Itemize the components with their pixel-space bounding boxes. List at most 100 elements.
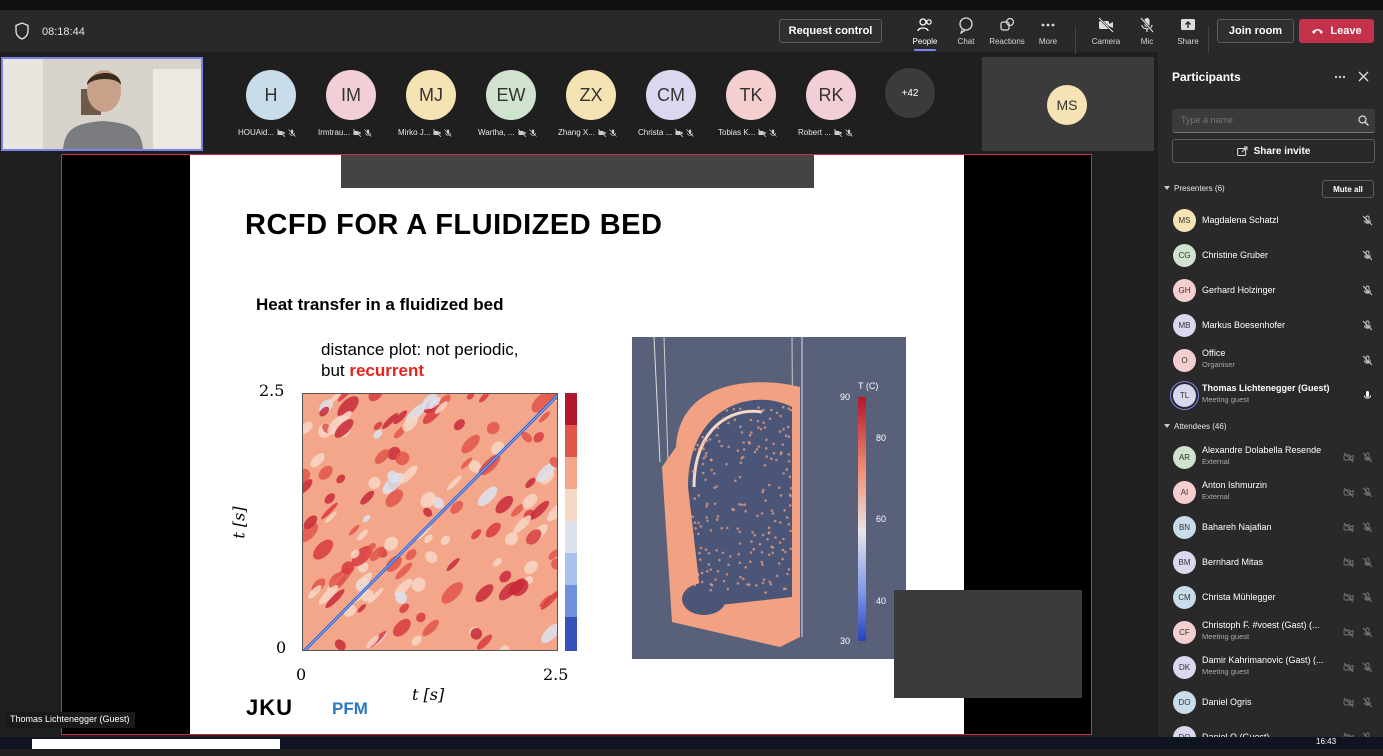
particle-dot — [705, 451, 708, 455]
particle-dot — [697, 494, 701, 497]
presenter-row[interactable]: CG Christine Gruber — [1158, 239, 1383, 274]
share-button[interactable]: Share — [1168, 16, 1208, 52]
particle-dot — [727, 421, 730, 425]
particle-dot — [698, 426, 701, 430]
more-button[interactable]: More — [1028, 16, 1068, 52]
shield-icon — [15, 22, 29, 40]
mic-off-icon[interactable] — [1362, 250, 1373, 261]
attendee-row[interactable]: CM Christa Mühlegger — [1158, 581, 1383, 616]
mic-off-icon[interactable] — [1362, 215, 1373, 226]
particle-dot — [779, 452, 783, 456]
people-button[interactable]: People — [905, 16, 945, 52]
particle-dot — [760, 551, 764, 554]
particle-dot — [782, 428, 785, 431]
participant-avatar-tile[interactable]: ZX — [566, 70, 618, 120]
more-icon — [1041, 23, 1055, 27]
camera-off-icon — [1343, 487, 1354, 498]
participant-avatar-tile[interactable]: CM — [646, 70, 698, 120]
camera-off-icon — [277, 128, 286, 137]
join-room-button[interactable]: Join room — [1217, 19, 1294, 43]
particle-dot — [764, 591, 767, 594]
particle-dot — [785, 468, 789, 471]
panel-title: Participants — [1172, 70, 1241, 84]
avatar: CM — [1173, 586, 1196, 609]
camera-button[interactable]: Camera — [1086, 16, 1126, 52]
request-control-button[interactable]: Request control — [779, 19, 882, 43]
camera-off-icon — [1098, 17, 1114, 33]
mic-off-icon[interactable] — [1362, 627, 1373, 638]
participant-avatar-tile[interactable]: MJ — [406, 70, 458, 120]
attendee-row[interactable]: AI Anton Ishmurzin External — [1158, 476, 1383, 511]
people-label: People — [912, 37, 938, 46]
mic-off-icon[interactable] — [1362, 452, 1373, 463]
mic-off-icon[interactable] — [1362, 285, 1373, 296]
mic-off-icon[interactable] — [1362, 697, 1373, 708]
particle-dot — [775, 458, 778, 462]
chat-button[interactable]: Chat — [946, 16, 986, 52]
particle-dot — [701, 408, 704, 412]
attendee-row[interactable]: DO Daniel Ogris — [1158, 686, 1383, 721]
particle-dot — [710, 468, 713, 472]
particle-dot — [744, 566, 747, 569]
mic-off-icon[interactable] — [1362, 320, 1373, 331]
particle-dot — [779, 414, 782, 418]
participant-avatar-tile[interactable]: TK — [726, 70, 778, 120]
particle-dot — [761, 563, 764, 566]
mic-off-icon[interactable] — [1362, 355, 1373, 366]
participant-avatar-tile[interactable]: IM — [326, 70, 378, 120]
mic-off-icon[interactable] — [1362, 592, 1373, 603]
avatar: BN — [1173, 516, 1196, 539]
mute-all-button[interactable]: Mute all — [1322, 180, 1374, 198]
presenter-row[interactable]: TL Thomas Lichtenegger (Guest) Meeting gue… — [1158, 379, 1383, 414]
particle-dot — [694, 527, 697, 530]
mic-off-icon[interactable] — [1362, 662, 1373, 673]
mic-off-icon — [364, 128, 372, 137]
participant-tile-ms[interactable]: MS — [982, 57, 1154, 151]
particle-dot — [701, 471, 705, 475]
reactions-label: Reactions — [989, 37, 1025, 46]
presenter-row[interactable]: MS Magdalena Schatzl — [1158, 204, 1383, 239]
participant-name: Bernhard Mitas — [1202, 557, 1264, 567]
attendee-row[interactable]: AR Alexandre Dolabella Resende External — [1158, 441, 1383, 476]
mic-off-icon[interactable] — [1362, 557, 1373, 568]
particle-dot — [781, 405, 785, 409]
mic-button[interactable]: Mic — [1127, 16, 1167, 52]
mic-on-icon[interactable] — [1362, 390, 1373, 401]
share-invite-button[interactable]: Share invite — [1172, 139, 1375, 163]
taskbar-search-box[interactable] — [32, 739, 280, 749]
attendee-row[interactable]: CF Christoph F. #voest (Gast) (... Meeting… — [1158, 616, 1383, 651]
reactions-button[interactable]: Reactions — [987, 16, 1027, 52]
attendee-row[interactable]: DK Damir Kahrimanovic (Gast) (... Meeting … — [1158, 651, 1383, 686]
participant-search[interactable] — [1172, 109, 1375, 133]
leave-button[interactable]: Leave — [1299, 19, 1374, 43]
particle-dot — [702, 456, 706, 460]
mic-off-icon — [686, 128, 695, 137]
particle-dot — [701, 444, 705, 448]
attendee-row[interactable]: BN Bahareh Najafian — [1158, 511, 1383, 546]
particle-dot — [704, 454, 708, 458]
presenter-video-tile[interactable] — [1, 57, 203, 151]
particle-dot — [757, 426, 760, 429]
avatar: BM — [1173, 551, 1196, 574]
participant-name: Daniel Ogris — [1202, 697, 1252, 707]
presenters-section-header[interactable]: Presenters (6) — [1164, 184, 1225, 193]
search-input[interactable] — [1172, 109, 1342, 131]
presenter-row[interactable]: O Office Organiser — [1158, 344, 1383, 379]
close-icon[interactable] — [1358, 71, 1369, 82]
camera-off-icon — [1343, 557, 1354, 568]
presenter-row[interactable]: GH Gerhard Holzinger — [1158, 274, 1383, 309]
participant-avatar-tile[interactable]: RK — [806, 70, 858, 120]
attendees-section-header[interactable]: Attendees (46) — [1164, 422, 1226, 431]
more-options-icon[interactable] — [1334, 72, 1346, 82]
more-participants-button[interactable]: +42 — [885, 68, 935, 118]
attendee-row[interactable]: BM Bernhard Mitas — [1158, 546, 1383, 581]
participant-avatar-tile[interactable]: H — [246, 70, 298, 120]
presenter-row[interactable]: MB Markus Boesenhofer — [1158, 309, 1383, 344]
particle-dot — [782, 472, 785, 475]
mic-off-icon[interactable] — [1362, 522, 1373, 533]
colorbar-tick: 80 — [876, 433, 887, 443]
mic-off-icon[interactable] — [1362, 487, 1373, 498]
particle-dot — [707, 563, 711, 566]
participant-avatar-tile[interactable]: EW — [486, 70, 538, 120]
particle-dot — [781, 548, 785, 552]
